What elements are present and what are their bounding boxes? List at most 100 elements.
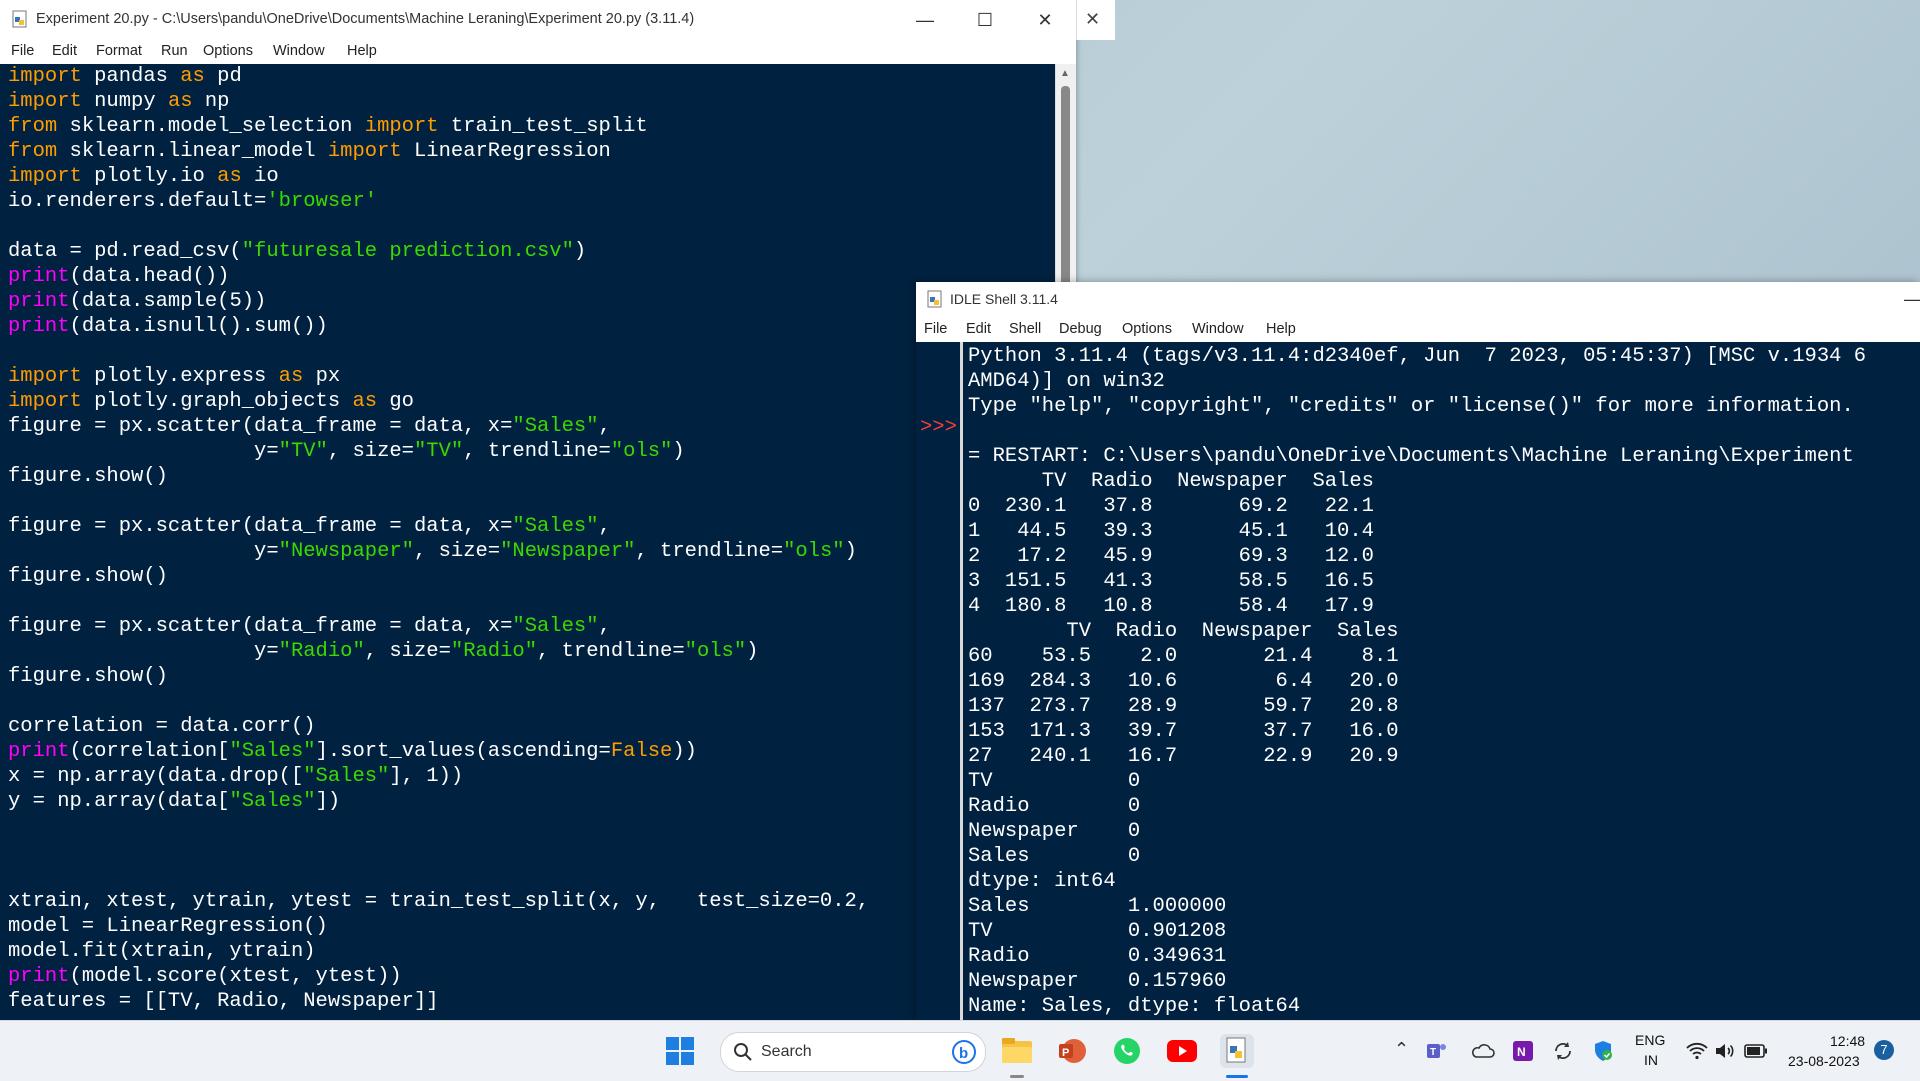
code-line: data = pd.read_csv("futuresale predictio… bbox=[8, 239, 586, 264]
shell-line: = RESTART: C:\Users\pandu\OneDrive\Docum… bbox=[968, 445, 1854, 468]
code-token: print bbox=[8, 290, 70, 313]
shell-menu-help[interactable]: Help bbox=[1266, 321, 1296, 337]
code-line: from sklearn.linear_model import LinearR… bbox=[8, 139, 611, 164]
code-token: figure.show() bbox=[8, 565, 168, 588]
whatsapp-icon[interactable] bbox=[1110, 1034, 1144, 1068]
powerpoint-icon[interactable]: P bbox=[1055, 1034, 1089, 1068]
svg-text:T: T bbox=[1430, 1047, 1436, 1058]
code-token: ) bbox=[672, 440, 685, 463]
code-token: (model.score(xtest, ytest)) bbox=[69, 965, 402, 988]
svg-text:b: b bbox=[959, 1045, 968, 1062]
code-token: 'browser' bbox=[266, 190, 378, 213]
code-line: import plotly.io as io bbox=[8, 164, 279, 189]
code-token: "ols" bbox=[684, 640, 747, 663]
shell-line: TV Radio Newspaper Sales bbox=[968, 470, 1374, 493]
code-token: px bbox=[303, 365, 341, 388]
start-button[interactable] bbox=[663, 1034, 697, 1068]
shell-minimize-button[interactable]: — bbox=[1886, 282, 1920, 316]
menu-format[interactable]: Format bbox=[96, 43, 142, 59]
shell-titlebar[interactable]: IDLE Shell 3.11.4 — bbox=[916, 282, 1920, 316]
youtube-icon[interactable] bbox=[1165, 1034, 1199, 1068]
onedrive-sync-icon[interactable] bbox=[1470, 1034, 1496, 1068]
code-line: figure = px.scatter(data_frame = data, x… bbox=[8, 514, 611, 539]
code-token: , size= bbox=[327, 440, 414, 463]
shell-menu-edit[interactable]: Edit bbox=[966, 321, 991, 337]
code-token: "Sales" bbox=[512, 615, 599, 638]
code-token: "ols" bbox=[610, 440, 673, 463]
code-token: LinearRegression bbox=[401, 140, 611, 163]
code-token: ) bbox=[844, 540, 857, 563]
code-line: model = LinearRegression() bbox=[8, 914, 328, 939]
input-locale[interactable]: IN bbox=[1644, 1052, 1658, 1068]
code-token: correlation = data.corr() bbox=[8, 715, 316, 738]
code-token: print bbox=[8, 740, 70, 763]
shell-menu-shell[interactable]: Shell bbox=[1009, 321, 1041, 337]
code-line: print(data.sample(5)) bbox=[8, 289, 266, 314]
code-token: "Sales" bbox=[512, 515, 599, 538]
shell-output[interactable]: >>> Python 3.11.4 (tags/v3.11.4:d2340ef,… bbox=[916, 342, 1920, 1020]
menu-run[interactable]: Run bbox=[161, 43, 188, 59]
volume-icon[interactable] bbox=[1712, 1034, 1738, 1068]
code-token: train_test_split bbox=[438, 115, 648, 138]
menu-options[interactable]: Options bbox=[203, 43, 253, 59]
code-token: "Sales" bbox=[229, 740, 316, 763]
close-icon[interactable]: ✕ bbox=[1085, 9, 1100, 30]
code-token: "futuresale prediction.csv" bbox=[241, 240, 574, 263]
menu-window[interactable]: Window bbox=[273, 43, 325, 59]
minimize-button[interactable]: — bbox=[898, 0, 952, 40]
file-explorer-icon[interactable] bbox=[1000, 1034, 1034, 1068]
shell-line: 1 44.5 39.3 45.1 10.4 bbox=[968, 520, 1374, 543]
code-token: from bbox=[8, 115, 58, 138]
python-shell-icon bbox=[927, 290, 942, 308]
code-token: figure.show() bbox=[8, 465, 168, 488]
wifi-icon[interactable] bbox=[1684, 1034, 1710, 1068]
shell-menu-debug[interactable]: Debug bbox=[1059, 321, 1102, 337]
battery-icon[interactable] bbox=[1742, 1034, 1770, 1068]
clock-date[interactable]: 23-08-2023 bbox=[1788, 1053, 1860, 1069]
notification-badge[interactable]: 7 bbox=[1874, 1040, 1894, 1060]
code-token: features = [[TV, Radio, Newspaper]] bbox=[8, 990, 439, 1013]
shell-menu-window[interactable]: Window bbox=[1192, 321, 1244, 337]
security-shield-icon[interactable] bbox=[1590, 1034, 1616, 1068]
code-editor[interactable]: import pandas as pd import numpy as np fro… bbox=[0, 64, 1056, 1020]
menu-help[interactable]: Help bbox=[347, 43, 377, 59]
code-token: model.fit(xtrain, ytrain) bbox=[8, 940, 316, 963]
code-token: ].sort_values(ascending= bbox=[315, 740, 611, 763]
code-token: import bbox=[327, 140, 402, 163]
sync-icon[interactable] bbox=[1550, 1034, 1576, 1068]
shell-line: AMD64)] on win32 bbox=[968, 370, 1165, 393]
code-line: y="TV", size="TV", trendline="ols") bbox=[8, 439, 685, 464]
code-token: (correlation[ bbox=[69, 740, 230, 763]
shell-menu-options[interactable]: Options bbox=[1122, 321, 1172, 337]
scroll-up-icon[interactable]: ▲ bbox=[1060, 68, 1070, 79]
python-idle-taskbar-icon[interactable] bbox=[1220, 1034, 1254, 1068]
shell-line: TV 0.901208 bbox=[968, 920, 1227, 943]
code-token: import bbox=[8, 165, 82, 188]
taskbar-search[interactable]: Search b bbox=[720, 1032, 986, 1072]
code-line: import pandas as pd bbox=[8, 64, 242, 89]
bing-icon[interactable]: b bbox=[951, 1039, 977, 1065]
shell-menu-file[interactable]: File bbox=[924, 321, 947, 337]
code-token: plotly.io bbox=[81, 165, 218, 188]
code-token: y= bbox=[8, 540, 279, 563]
language-indicator[interactable]: ENG bbox=[1635, 1032, 1665, 1048]
onenote-icon[interactable]: N bbox=[1510, 1034, 1536, 1068]
code-line: features = [[TV, Radio, Newspaper]] bbox=[8, 989, 439, 1014]
editor-titlebar[interactable]: Experiment 20.py - C:\Users\pandu\OneDri… bbox=[0, 0, 1076, 40]
clock-time[interactable]: 12:48 bbox=[1830, 1033, 1865, 1049]
code-token: ) bbox=[573, 240, 587, 263]
code-token: sklearn.linear_model bbox=[57, 140, 328, 163]
code-line: print(correlation["Sales"].sort_values(a… bbox=[8, 739, 697, 764]
shell-line: Newspaper 0.157960 bbox=[968, 970, 1227, 993]
python-file-icon bbox=[12, 10, 27, 28]
menu-file[interactable]: File bbox=[11, 43, 34, 59]
code-line: import numpy as np bbox=[8, 89, 229, 114]
code-token: "ols" bbox=[783, 540, 845, 563]
menu-edit[interactable]: Edit bbox=[52, 43, 77, 59]
maximize-button[interactable]: ☐ bbox=[958, 0, 1012, 40]
chevron-up-icon[interactable]: ⌃ bbox=[1394, 1039, 1409, 1060]
code-line: figure = px.scatter(data_frame = data, x… bbox=[8, 614, 611, 639]
code-token: False bbox=[610, 740, 673, 763]
close-button[interactable]: ✕ bbox=[1018, 0, 1072, 40]
teams-icon[interactable]: T bbox=[1424, 1034, 1450, 1068]
